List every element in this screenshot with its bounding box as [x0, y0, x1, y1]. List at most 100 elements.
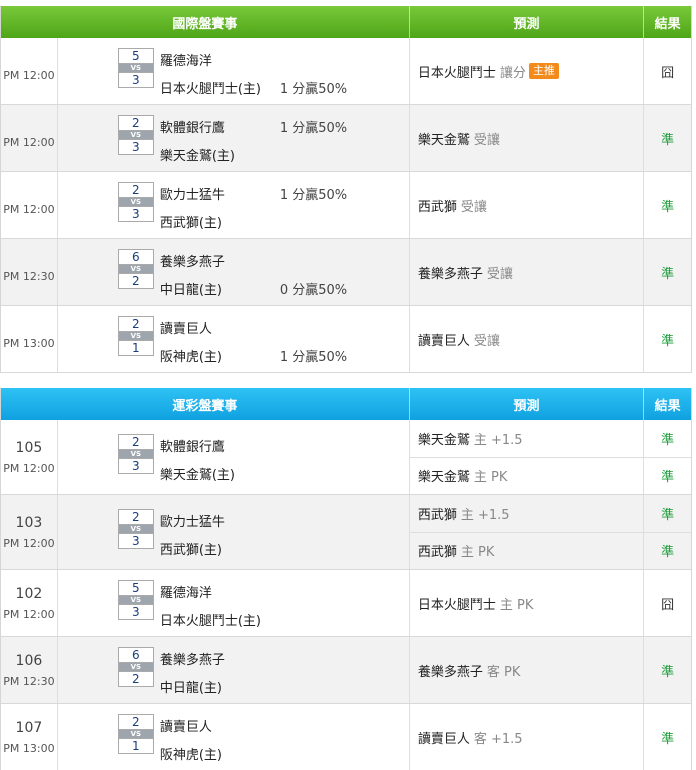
- away-team[interactable]: 軟體銀行鷹: [160, 436, 225, 455]
- vs-label: VS: [118, 729, 153, 739]
- pred-note: 客 +1.5: [473, 731, 523, 747]
- result-cell: 準: [644, 105, 691, 171]
- home-score: 2: [132, 672, 140, 686]
- home-team[interactable]: 中日龍(主): [160, 279, 222, 298]
- lottery-header-game: 運彩盤賽事: [1, 388, 410, 420]
- table-row: PM 12:00 2 VS 3 軟體銀行鷹 樂天金鷲(主) 1 分贏50% 樂天…: [1, 105, 691, 172]
- away-team[interactable]: 讀賣巨人: [160, 318, 212, 337]
- prediction-cell: 西武獅 受讓: [410, 172, 645, 238]
- match-id: 105: [15, 439, 43, 456]
- vs-label: VS: [118, 595, 153, 605]
- scorebox: 2 VS 3: [117, 434, 154, 474]
- pred-team[interactable]: 西武獅: [418, 541, 457, 560]
- prediction: 養樂多燕子 客 PK: [410, 637, 643, 703]
- pred-team[interactable]: 樂天金鷲: [418, 129, 470, 148]
- time-label: PM 12:00: [3, 536, 55, 550]
- pred-team[interactable]: 樂天金鷲: [418, 466, 470, 485]
- home-team[interactable]: 日本火腿鬥士(主): [160, 78, 261, 97]
- match-time: PM 13:00: [1, 306, 58, 372]
- scorebox: 2 VS 1: [117, 316, 154, 356]
- away-team[interactable]: 歐力士猛牛: [160, 184, 225, 203]
- away-score: 2: [132, 183, 140, 197]
- home-team[interactable]: 西武獅(主): [160, 539, 222, 558]
- prediction: 讀賣巨人 客 +1.5: [410, 704, 643, 770]
- prediction: 讀賣巨人 受讓: [410, 306, 643, 372]
- lottery-panel: 運彩盤賽事 預測 結果 105 PM 12:00 2 VS 3 軟體銀行鷹 樂天…: [0, 388, 692, 770]
- home-score: 3: [132, 605, 140, 619]
- away-team[interactable]: 羅德海洋: [160, 50, 212, 69]
- result-label: 準: [661, 266, 675, 282]
- result-label: 準: [661, 507, 675, 523]
- intl-header-result: 結果: [654, 16, 681, 32]
- prediction: 日本火腿鬥士 讓分 主推: [410, 38, 643, 104]
- prediction-cell: 讀賣巨人 受讓: [410, 306, 645, 372]
- prediction-cell: 樂天金鷲 主 +1.5 樂天金鷲 主 PK: [409, 420, 645, 494]
- result-label: 準: [661, 333, 675, 349]
- pred-note: 受讓: [473, 333, 500, 349]
- pred-team[interactable]: 日本火腿鬥士: [418, 594, 496, 613]
- match-id: 102: [15, 585, 43, 602]
- away-team[interactable]: 養樂多燕子: [160, 649, 225, 668]
- pred-note: 受讓: [486, 266, 513, 282]
- result-cell: 準: [644, 637, 691, 703]
- pred-note: 受讓: [460, 199, 487, 215]
- time-label: PM 12:00: [3, 68, 55, 82]
- home-score: 3: [132, 207, 140, 221]
- home-team[interactable]: 中日龍(主): [160, 677, 222, 696]
- away-team[interactable]: 歐力士猛牛: [160, 511, 225, 530]
- pred-team[interactable]: 樂天金鷲: [418, 429, 470, 448]
- home-team[interactable]: 阪神虎(主): [160, 744, 222, 763]
- home-team[interactable]: 樂天金鷲(主): [160, 464, 235, 483]
- pred-team[interactable]: 西武獅: [418, 504, 457, 523]
- result-cell: 囧: [644, 570, 691, 636]
- prediction-cell: 讀賣巨人 客 +1.5: [410, 704, 645, 770]
- match-time: 106 PM 12:30: [1, 637, 58, 703]
- match-time: 103 PM 12:00: [1, 495, 58, 569]
- pred-team[interactable]: 讀賣巨人: [418, 728, 470, 747]
- away-score: 2: [132, 715, 140, 729]
- match-time: 107 PM 13:00: [1, 704, 58, 770]
- match-cell: 2 VS 3 歐力士猛牛 西武獅(主): [58, 495, 410, 569]
- prediction: 西武獅 主 +1.5: [410, 495, 643, 532]
- pred-team[interactable]: 日本火腿鬥士: [418, 62, 496, 81]
- home-team[interactable]: 阪神虎(主): [160, 346, 222, 365]
- away-team[interactable]: 養樂多燕子: [160, 251, 225, 270]
- match-id: 107: [15, 719, 43, 736]
- away-team[interactable]: 軟體銀行鷹: [160, 117, 225, 136]
- lottery-header-result: 結果: [654, 398, 681, 414]
- vs-label: VS: [118, 524, 153, 534]
- away-score: 5: [132, 49, 140, 63]
- match-time: PM 12:00: [1, 172, 58, 238]
- home-team[interactable]: 西武獅(主): [160, 212, 222, 231]
- table-row: 102 PM 12:00 5 VS 3 羅德海洋 日本火腿鬥士(主) 日本火腿鬥…: [1, 570, 691, 637]
- result-label: 囧: [661, 65, 675, 81]
- scorebox: 2 VS 3: [117, 115, 154, 155]
- home-score: 2: [132, 274, 140, 288]
- match-cell: 5 VS 3 羅德海洋 日本火腿鬥士(主): [58, 570, 410, 636]
- prediction-cell: 日本火腿鬥士 讓分 主推: [410, 38, 645, 104]
- vs-label: VS: [118, 449, 153, 459]
- table-row: 106 PM 12:30 6 VS 2 養樂多燕子 中日龍(主) 養樂多燕子 客…: [1, 637, 691, 704]
- pred-team[interactable]: 養樂多燕子: [418, 661, 483, 680]
- pred-team[interactable]: 養樂多燕子: [418, 263, 483, 282]
- home-team[interactable]: 樂天金鷲(主): [160, 145, 235, 164]
- result-cell: 準 準: [644, 495, 692, 569]
- away-score: 6: [132, 250, 140, 264]
- result-label: 準: [661, 432, 675, 448]
- odds-text: 1 分贏50%: [279, 350, 348, 365]
- scorebox: 2 VS 1: [117, 714, 154, 754]
- vs-label: VS: [118, 63, 153, 73]
- away-score: 2: [132, 435, 140, 449]
- match-cell: 6 VS 2 養樂多燕子 中日龍(主): [58, 637, 410, 703]
- pred-note: 主 PK: [460, 545, 495, 561]
- pred-team[interactable]: 西武獅: [418, 196, 457, 215]
- result-cell: 準: [644, 306, 691, 372]
- away-score: 2: [132, 510, 140, 524]
- home-team[interactable]: 日本火腿鬥士(主): [160, 610, 261, 629]
- vs-label: VS: [118, 662, 153, 672]
- away-score: 6: [132, 648, 140, 662]
- away-team[interactable]: 讀賣巨人: [160, 716, 212, 735]
- pred-team[interactable]: 讀賣巨人: [418, 330, 470, 349]
- away-team[interactable]: 羅德海洋: [160, 582, 212, 601]
- time-label: PM 13:00: [3, 336, 55, 350]
